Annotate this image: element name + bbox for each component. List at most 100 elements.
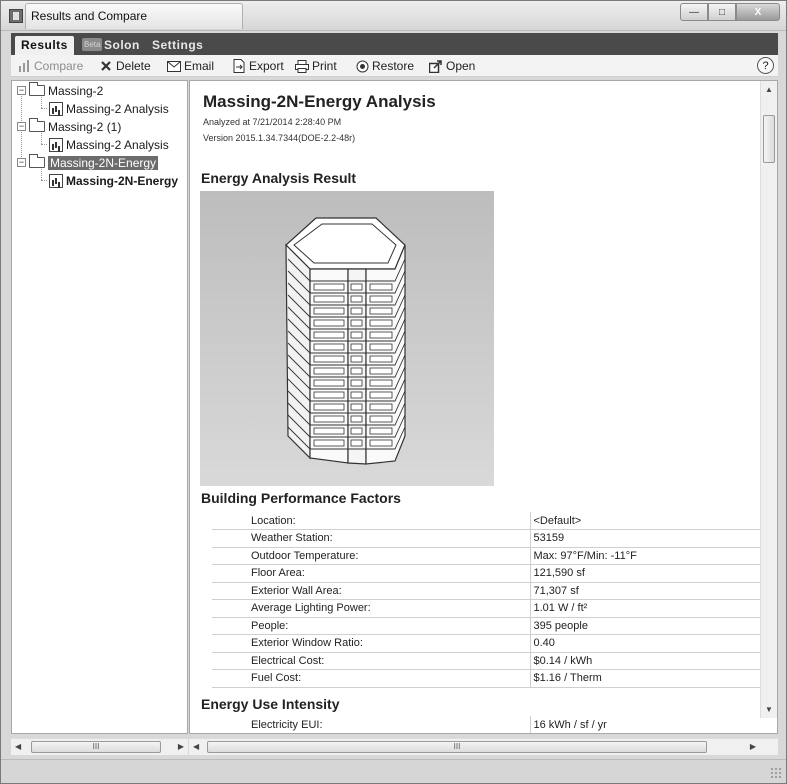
open-button[interactable]: Open — [429, 58, 475, 74]
scroll-up-icon[interactable]: ▲ — [765, 85, 773, 94]
factor-value: 0.40 — [529, 634, 772, 652]
tree-item-massing-2n-energy[interactable]: Massing-2N-Energy — [29, 154, 159, 171]
window-title: Results and Compare — [31, 9, 148, 23]
status-bar — [1, 759, 786, 783]
factor-label: Exterior Wall Area: — [251, 584, 342, 597]
restore-icon — [355, 59, 369, 73]
compare-label: Compare — [34, 59, 84, 73]
tree-item-massing-2-analysis-1[interactable]: Massing-2 Analysis — [49, 136, 169, 153]
print-label: Print — [312, 59, 337, 73]
tree-item-massing-2-analysis[interactable]: Massing-2 Analysis — [49, 100, 169, 117]
table-row: Exterior Window Ratio: 0.40 — [212, 634, 772, 652]
open-label: Open — [446, 59, 476, 73]
energy-analysis-result-heading: Energy Analysis Result — [201, 170, 357, 186]
factor-label: Average Lighting Power: — [251, 602, 371, 615]
delete-button[interactable]: Delete — [99, 58, 151, 74]
minimize-button[interactable]: — — [680, 3, 708, 21]
building-model-image — [200, 191, 494, 486]
scroll-right-icon[interactable]: ▶ — [750, 742, 756, 751]
email-button[interactable]: Email — [167, 58, 214, 74]
scroll-down-icon[interactable]: ▼ — [765, 705, 773, 714]
maximize-button[interactable]: □ — [708, 3, 736, 21]
export-icon — [232, 59, 246, 73]
scroll-right-icon[interactable]: ▶ — [178, 742, 184, 751]
close-button[interactable]: X — [736, 3, 780, 21]
factor-label: Exterior Window Ratio: — [251, 637, 363, 650]
eui-table: Electricity EUI: 16 kWh / sf / yr — [212, 716, 772, 733]
tree-horizontal-scrollbar[interactable]: ◀ III ▶ — [11, 738, 188, 755]
tree-item-massing-2[interactable]: Massing-2 — [29, 82, 103, 99]
export-button[interactable]: Export — [232, 58, 284, 74]
factor-label: Floor Area: — [251, 567, 305, 580]
report-horizontal-scrollbar[interactable]: ◀ III ▶ — [189, 738, 778, 755]
eui-label: Electricity EUI: — [251, 718, 323, 731]
factor-label: People: — [251, 619, 289, 632]
tab-solon[interactable]: Solon — [98, 36, 146, 55]
export-label: Export — [249, 59, 284, 73]
factor-label: Location: — [251, 514, 296, 527]
tree-item-massing-2-1[interactable]: Massing-2 (1) — [29, 118, 121, 135]
table-row: Fuel Cost: $1.16 / Therm — [212, 669, 772, 687]
help-button[interactable]: ? — [757, 57, 774, 74]
compare-button[interactable]: Compare — [17, 58, 83, 74]
email-label: Email — [184, 59, 215, 73]
table-row: Electrical Cost: $0.14 / kWh — [212, 652, 772, 670]
folder-open-icon — [29, 82, 45, 96]
factor-value: $0.14 / kWh — [529, 652, 772, 670]
table-row: Electricity EUI: 16 kWh / sf / yr — [212, 716, 772, 733]
analysis-chart-icon — [49, 137, 63, 152]
factor-value: <Default> — [529, 512, 772, 530]
table-row: Average Lighting Power: 1.01 W / ft² — [212, 599, 772, 617]
eui-value: 16 kWh / sf / yr — [529, 716, 772, 733]
app-icon — [9, 9, 23, 23]
restore-button[interactable]: Restore — [355, 58, 414, 74]
factor-value: $1.16 / Therm — [529, 669, 772, 687]
table-row: Location: <Default> — [212, 512, 772, 530]
scroll-left-icon[interactable]: ◀ — [15, 742, 21, 751]
tree-item-label: Massing-2N-Energy — [66, 173, 179, 188]
report-panel: Massing-2N-Energy Analysis Analyzed at 7… — [189, 80, 778, 734]
factor-value: 71,307 sf — [529, 582, 772, 600]
minimize-icon: — — [689, 6, 699, 18]
open-external-icon — [429, 59, 443, 73]
close-icon: X — [754, 6, 762, 18]
report-h-scroll-thumb[interactable]: III — [207, 741, 707, 753]
tree-item-label: Massing-2 Analysis — [66, 137, 169, 152]
analyzed-at: Analyzed at 7/21/2014 2:28:40 PM — [203, 117, 342, 127]
help-icon: ? — [762, 59, 769, 72]
factor-label: Electrical Cost: — [251, 654, 325, 667]
report-vertical-scrollbar[interactable]: ▲ ▼ — [760, 81, 777, 718]
report-scroll-thumb[interactable] — [763, 115, 775, 163]
table-row: Weather Station: 53159 — [212, 529, 772, 547]
scroll-left-icon[interactable]: ◀ — [193, 742, 199, 751]
folder-open-icon — [29, 154, 45, 168]
tree-item-massing-2n-energy-analysis[interactable]: Massing-2N-Energy — [49, 172, 178, 189]
tab-strip: Results Beta Solon Settings — [11, 33, 778, 55]
results-tree[interactable]: − Massing-2 Massing-2 Analysis − Massing… — [11, 80, 188, 734]
tab-settings[interactable]: Settings — [146, 36, 209, 55]
collapse-icon[interactable]: − — [17, 158, 26, 167]
restore-label: Restore — [372, 59, 415, 73]
factor-value: 121,590 sf — [529, 564, 772, 582]
tab-results[interactable]: Results — [15, 36, 74, 55]
tree-scroll-thumb[interactable]: III — [31, 741, 161, 753]
analysis-chart-icon — [49, 101, 63, 116]
print-button[interactable]: Print — [295, 58, 337, 74]
factor-value: 53159 — [529, 529, 772, 547]
analysis-chart-icon — [49, 173, 63, 188]
folder-open-icon — [29, 118, 45, 132]
envelope-icon — [167, 59, 181, 73]
bar-chart-icon — [17, 59, 31, 73]
factor-label: Outdoor Temperature: — [251, 549, 359, 562]
collapse-icon[interactable]: − — [17, 122, 26, 131]
title-bar[interactable]: Results and Compare — □ X — [1, 1, 786, 31]
delete-label: Delete — [116, 59, 151, 73]
table-row: Floor Area: 121,590 sf — [212, 564, 772, 582]
tree-item-label: Massing-2 — [48, 83, 104, 98]
building-model-svg — [285, 217, 406, 465]
tree-item-label: Massing-2 Analysis — [66, 101, 169, 116]
resize-grip-icon[interactable] — [770, 767, 782, 779]
collapse-icon[interactable]: − — [17, 86, 26, 95]
maximize-icon: □ — [718, 6, 726, 18]
toolbar: Compare Delete Email Export Print Restor — [11, 55, 778, 77]
